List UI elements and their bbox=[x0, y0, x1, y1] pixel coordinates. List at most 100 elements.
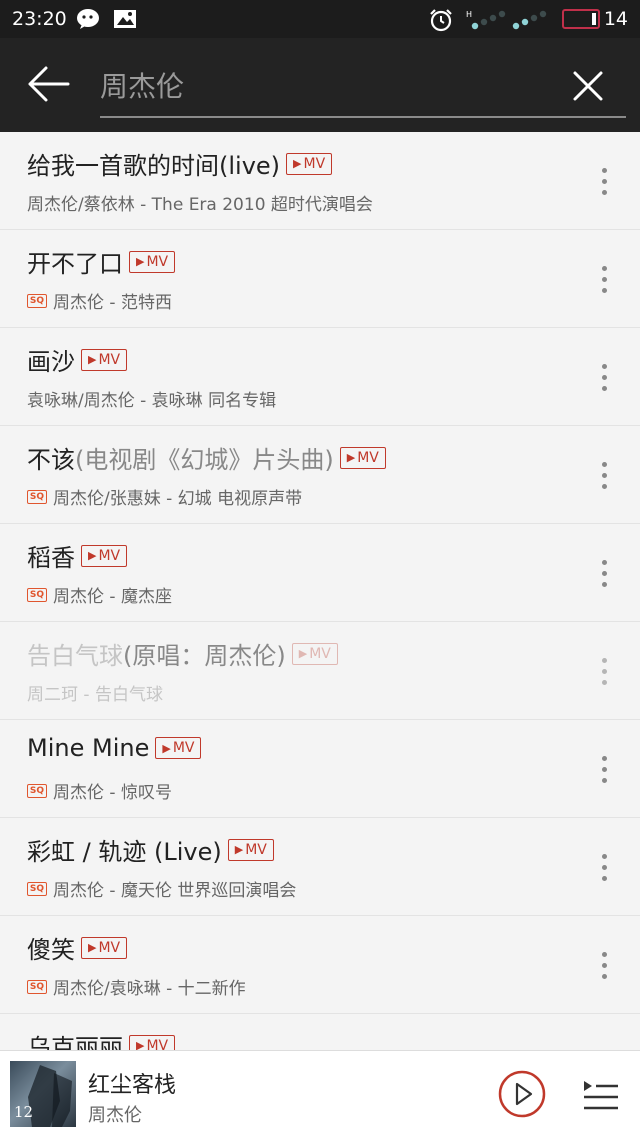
mv-play-icon: ▶ bbox=[293, 157, 302, 170]
mv-label: MV bbox=[245, 841, 267, 858]
song-title-line: 给我一首歌的时间(live) ▶ MV bbox=[27, 146, 560, 181]
dot bbox=[601, 375, 607, 380]
mv-label: MV bbox=[98, 939, 121, 956]
song-subtitle-line: 周杰伦/蔡依林 - The Era 2010 超时代演唱会 bbox=[27, 190, 560, 215]
mv-badge[interactable]: ▶ MV bbox=[129, 250, 176, 273]
dot bbox=[601, 582, 607, 587]
more-options-icon[interactable] bbox=[598, 658, 610, 686]
mv-label: MV bbox=[98, 547, 121, 564]
mini-player[interactable]: 12 红尘客栈 周杰伦 bbox=[0, 1050, 640, 1139]
sq-quality-icon: SQ bbox=[27, 783, 47, 798]
alarm-icon bbox=[428, 8, 454, 36]
mv-badge[interactable]: ▶ MV bbox=[81, 348, 128, 371]
cover-text: 12 bbox=[14, 1103, 34, 1121]
song-row[interactable]: 告白气球 (原唱：周杰伦) ▶ MV 周二珂 - 告白气球 bbox=[0, 622, 640, 720]
song-title-line: Mine Mine ▶ MV bbox=[27, 734, 560, 762]
search-header bbox=[0, 38, 640, 132]
mv-play-icon: ▶ bbox=[162, 741, 171, 755]
mv-play-icon: ▶ bbox=[234, 843, 244, 856]
song-title: 乌克丽丽 bbox=[27, 1034, 123, 1050]
mv-play-icon: ▶ bbox=[136, 1039, 145, 1050]
mv-badge[interactable]: ▶ MV bbox=[286, 152, 333, 175]
dot bbox=[601, 190, 607, 195]
song-row[interactable]: 稻香 ▶ MV SQ 周杰伦 - 魔杰座 bbox=[0, 524, 640, 622]
song-row[interactable]: 画沙 ▶ MV 袁咏琳/周杰伦 - 袁咏琳 同名专辑 bbox=[0, 328, 640, 426]
song-title: 画沙 bbox=[27, 348, 75, 376]
clear-search-button[interactable] bbox=[568, 66, 608, 106]
song-row[interactable]: 傻笑 ▶ MV SQ 周杰伦/袁咏琳 - 十二新作 bbox=[0, 916, 640, 1014]
song-title-line: 告白气球 (原唱：周杰伦) ▶ MV bbox=[27, 636, 560, 671]
sq-quality-icon: SQ bbox=[27, 587, 47, 602]
mv-play-icon: ▶ bbox=[88, 353, 97, 366]
song-title-line: 不该 (电视剧《幻城》片头曲) ▶ MV bbox=[27, 440, 560, 475]
search-input[interactable] bbox=[100, 66, 540, 104]
more-options-icon[interactable] bbox=[598, 952, 610, 980]
playlist-button[interactable] bbox=[582, 1077, 620, 1111]
search-box bbox=[100, 56, 626, 118]
song-artist-album: 周杰伦/张惠妹 - 幻城 电视原声带 bbox=[53, 489, 303, 509]
now-playing-title: 红尘客栈 bbox=[88, 1073, 177, 1098]
dot bbox=[601, 266, 607, 271]
more-options-icon[interactable] bbox=[598, 462, 610, 490]
dot bbox=[601, 963, 607, 968]
song-subtitle-line: SQ 周杰伦 - 魔天伦 世界巡回演唱会 bbox=[27, 876, 560, 901]
mv-label: MV bbox=[98, 351, 121, 368]
dot bbox=[601, 778, 607, 783]
mv-play-icon: ▶ bbox=[88, 549, 97, 562]
dot bbox=[601, 288, 607, 293]
song-row[interactable]: 给我一首歌的时间(live) ▶ MV 周杰伦/蔡依林 - The Era 2010 … bbox=[0, 132, 640, 230]
mv-label: MV bbox=[172, 740, 195, 756]
sq-quality-icon: SQ bbox=[27, 489, 47, 504]
dot bbox=[601, 952, 607, 957]
song-title: 彩虹 / 轨迹 (Live) bbox=[27, 838, 222, 866]
song-subtitle-line: SQ 周杰伦/张惠妹 - 幻城 电视原声带 bbox=[27, 484, 560, 509]
song-row[interactable]: 彩虹 / 轨迹 (Live) ▶ MV SQ 周杰伦 - 魔天伦 世界巡回演唱会 bbox=[0, 818, 640, 916]
image-icon bbox=[113, 8, 137, 34]
battery-level: 14 bbox=[603, 8, 628, 30]
song-title-line: 乌克丽丽 ▶ MV bbox=[27, 1028, 560, 1050]
mv-badge[interactable]: ▶ MV bbox=[227, 838, 274, 861]
signal-icon: H bbox=[466, 8, 550, 36]
mv-label: MV bbox=[146, 253, 169, 270]
play-button[interactable] bbox=[497, 1069, 547, 1119]
svg-text:H: H bbox=[466, 10, 472, 19]
more-options-icon[interactable] bbox=[598, 266, 610, 294]
dot bbox=[601, 484, 607, 489]
song-title: 告白气球 bbox=[27, 642, 123, 670]
song-row[interactable]: 不该 (电视剧《幻城》片头曲) ▶ MV SQ 周杰伦/张惠妹 - 幻城 电视原声带 bbox=[0, 426, 640, 524]
mv-badge[interactable]: ▶ MV bbox=[291, 642, 338, 665]
song-artist-album: 周杰伦 - 惊叹号 bbox=[53, 783, 172, 803]
dot bbox=[601, 277, 607, 282]
song-row[interactable]: 乌克丽丽 ▶ MV bbox=[0, 1014, 640, 1050]
dot bbox=[601, 179, 607, 184]
dot bbox=[601, 865, 607, 870]
mv-badge[interactable]: ▶ MV bbox=[81, 544, 128, 567]
song-subtitle-line: SQ 周杰伦 - 范特西 bbox=[27, 288, 560, 313]
dot bbox=[601, 364, 607, 369]
song-title: 稻香 bbox=[27, 544, 75, 572]
mv-badge[interactable]: ▶ MV bbox=[129, 1034, 176, 1050]
wechat-icon bbox=[76, 8, 102, 34]
album-cover[interactable]: 12 bbox=[10, 1061, 76, 1127]
dot bbox=[601, 767, 607, 772]
song-subtitle-line: SQ 周杰伦 - 魔杰座 bbox=[27, 582, 560, 607]
mv-badge[interactable]: ▶ MV bbox=[81, 936, 128, 959]
more-options-icon[interactable] bbox=[598, 854, 610, 882]
more-options-icon[interactable] bbox=[598, 560, 610, 588]
back-button[interactable] bbox=[26, 64, 72, 104]
song-row[interactable]: Mine Mine ▶ MV SQ 周杰伦 - 惊叹号 bbox=[0, 720, 640, 818]
song-subtitle-line: 周二珂 - 告白气球 bbox=[27, 680, 560, 705]
song-row[interactable]: 开不了口 ▶ MV SQ 周杰伦 - 范特西 bbox=[0, 230, 640, 328]
more-options-icon[interactable] bbox=[598, 168, 610, 196]
dot bbox=[601, 658, 607, 663]
dot bbox=[601, 462, 607, 467]
dot bbox=[601, 386, 607, 391]
more-options-icon[interactable] bbox=[598, 364, 610, 392]
song-artist-album: 周杰伦/蔡依林 - The Era 2010 超时代演唱会 bbox=[27, 195, 373, 215]
dot bbox=[601, 876, 607, 881]
mv-badge[interactable]: ▶ MV bbox=[155, 737, 202, 759]
song-artist-album: 周杰伦/袁咏琳 - 十二新作 bbox=[53, 979, 246, 999]
mv-badge[interactable]: ▶ MV bbox=[339, 446, 386, 469]
more-options-icon[interactable] bbox=[598, 756, 610, 784]
song-title: 开不了口 bbox=[27, 250, 123, 278]
